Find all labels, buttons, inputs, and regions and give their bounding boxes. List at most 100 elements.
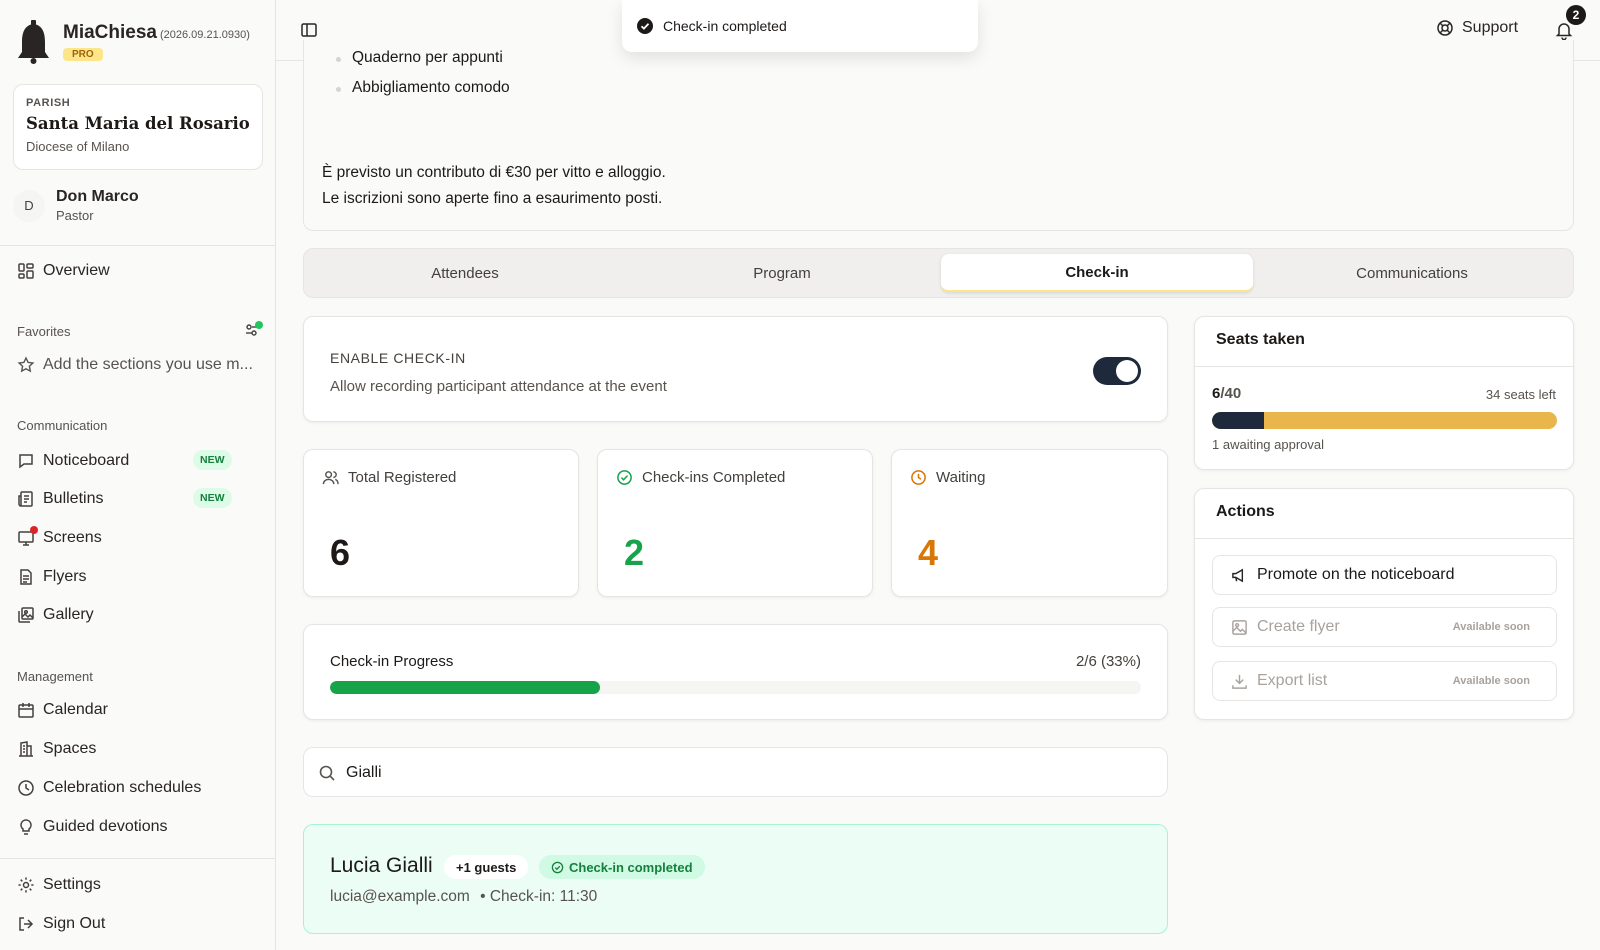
tab-attendees[interactable]: Attendees: [309, 254, 621, 292]
user-name: Don Marco: [56, 188, 139, 205]
parish-card[interactable]: PARISH Santa Maria del Rosario Diocese o…: [13, 84, 263, 170]
sidebar-item-label: Gallery: [43, 606, 94, 623]
action-label: Export list: [1257, 672, 1328, 689]
stat-waiting: Waiting 4: [891, 449, 1168, 597]
sidebar-item-label: Sign Out: [43, 915, 106, 932]
toast-notification: Check-in completed: [622, 0, 978, 52]
users-icon: [322, 471, 339, 485]
toast-message: Check-in completed: [663, 18, 787, 34]
sidebar-item-label: Calendar: [43, 701, 108, 718]
sign-out-button[interactable]: Sign Out: [17, 909, 262, 939]
megaphone-icon: [1232, 568, 1244, 582]
sidebar-item-noticeboard[interactable]: Noticeboard NEW: [17, 446, 262, 476]
available-soon-badge: Available soon: [1452, 621, 1530, 633]
file-text-icon: [20, 569, 32, 585]
enable-checkin-title: ENABLE CHECK-IN: [330, 350, 466, 366]
calendar-icon: [18, 703, 34, 718]
promote-noticeboard-button[interactable]: Promote on the noticeboard: [1212, 555, 1557, 595]
attendee-checkin-time: • Check-in: 11:30: [480, 888, 598, 905]
circle-check-icon: [551, 861, 564, 873]
images-icon: [18, 607, 34, 623]
attendee-card[interactable]: Lucia Gialli +1 guests Check-in complete…: [303, 824, 1168, 934]
action-label: Create flyer: [1257, 618, 1340, 635]
tab-communications[interactable]: Communications: [1256, 254, 1568, 292]
stat-value: 2: [624, 532, 645, 573]
attendee-email: lucia@example.com: [330, 888, 470, 905]
enable-checkin-card: ENABLE CHECK-IN Allow recording particip…: [303, 316, 1168, 422]
favorites-heading: Favorites: [17, 324, 71, 339]
sidebar-item-overview[interactable]: Overview: [17, 256, 262, 286]
sidebar-item-gallery[interactable]: Gallery: [17, 600, 262, 630]
sidebar-item-celebration-schedules[interactable]: Celebration schedules: [17, 773, 262, 803]
stat-value: 4: [918, 532, 939, 573]
sidebar-item-guided-devotions[interactable]: Guided devotions: [17, 812, 262, 842]
lightbulb-icon: [20, 819, 32, 835]
action-label: Promote on the noticeboard: [1257, 566, 1455, 583]
sidebar-item-bulletins[interactable]: Bulletins NEW: [17, 484, 262, 514]
tab-check-in[interactable]: Check-in: [941, 254, 1253, 292]
newspaper-icon: [18, 491, 33, 507]
plan-badge: PRO: [63, 48, 103, 61]
clock-icon: [911, 470, 926, 485]
parish-kicker: PARISH: [26, 97, 71, 109]
sidebar-item-screens[interactable]: Screens: [17, 523, 262, 553]
sidebar-item-label: Overview: [43, 262, 110, 279]
sidebar-item-spaces[interactable]: Spaces: [17, 734, 262, 764]
seats-fill: [1212, 412, 1264, 429]
dashboard-icon: [18, 263, 34, 279]
toggle-knob: [1116, 360, 1138, 382]
favorites-add-hint[interactable]: Add the sections you use m...: [17, 350, 262, 380]
export-list-button[interactable]: Export list Available soon: [1212, 661, 1557, 701]
checkin-toggle[interactable]: [1093, 357, 1141, 385]
favorites-hint-label: Add the sections you use m...: [43, 356, 253, 373]
brand[interactable]: MiaChiesa (2026.09.21.0930) PRO: [16, 20, 250, 64]
event-tabs: Attendees Program Check-in Communication…: [303, 248, 1574, 298]
checkin-progress-card: Check-in Progress 2/6 (33%): [303, 624, 1168, 720]
app-version: (2026.09.21.0930): [159, 29, 250, 41]
seats-panel: Seats taken 6/40 34 seats left 1 awaitin…: [1194, 316, 1574, 470]
search-input[interactable]: [346, 760, 1126, 786]
tab-program[interactable]: Program: [626, 254, 938, 292]
communication-heading: Communication: [17, 418, 108, 433]
progress-fill: [330, 681, 601, 694]
star-icon: [17, 356, 35, 373]
description-bullet: Abbigliamento comodo: [336, 79, 510, 96]
stat-checkins-completed: Check-ins Completed 2: [597, 449, 873, 597]
message-square-icon: [19, 454, 33, 469]
sidebar-item-label: Celebration schedules: [43, 779, 202, 796]
panel-divider: [1195, 538, 1573, 539]
enable-checkin-description: Allow recording participant attendance a…: [330, 378, 667, 395]
check-circle-icon: [637, 18, 653, 34]
user-role: Pastor: [56, 208, 94, 223]
search-icon: [319, 765, 335, 781]
sidebar-item-flyers[interactable]: Flyers: [17, 562, 262, 592]
sidebar-toggle-icon[interactable]: [300, 21, 318, 39]
sidebar-item-settings[interactable]: Settings: [17, 870, 262, 900]
panel-divider: [1195, 366, 1573, 367]
progress-track: [330, 681, 1141, 694]
actions-panel: Actions Promote on the noticeboard Creat…: [1194, 488, 1574, 720]
support-button[interactable]: Support: [1436, 19, 1518, 37]
clock-icon: [18, 780, 34, 796]
building-icon: [19, 741, 33, 757]
sidebar-item-label: Settings: [43, 876, 101, 893]
attendee-meta: lucia@example.com • Check-in: 11:30: [330, 888, 597, 906]
circle-check-icon: [617, 470, 632, 485]
attendee-search: [303, 747, 1168, 797]
image-icon: [1232, 619, 1247, 635]
download-icon: [1232, 674, 1247, 689]
seats-title: Seats taken: [1216, 331, 1305, 348]
lifebuoy-icon: [1437, 20, 1453, 36]
available-soon-badge: Available soon: [1452, 675, 1530, 687]
alert-dot: [30, 526, 38, 534]
app-name: MiaChiesa: [63, 22, 157, 43]
guests-badge: +1 guests: [444, 855, 529, 879]
description-line: È previsto un contributo di €30 per vitt…: [322, 164, 666, 181]
description-bullet: Quaderno per appunti: [336, 49, 503, 66]
create-flyer-button[interactable]: Create flyer Available soon: [1212, 607, 1557, 647]
management-heading: Management: [17, 669, 93, 684]
seats-note: 1 awaiting approval: [1212, 437, 1325, 452]
sidebar-item-calendar[interactable]: Calendar: [17, 695, 262, 725]
new-badge: NEW: [193, 450, 232, 470]
user-profile[interactable]: D Don Marco Pastor: [13, 188, 139, 223]
